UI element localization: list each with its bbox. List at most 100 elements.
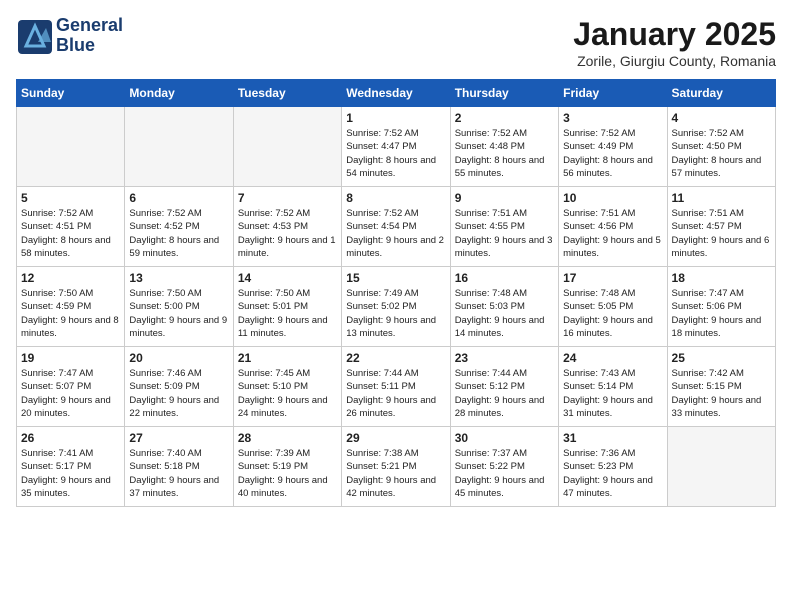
day-number: 3 bbox=[563, 111, 662, 125]
day-info: Sunrise: 7:43 AM Sunset: 5:14 PM Dayligh… bbox=[563, 367, 662, 420]
day-number: 6 bbox=[129, 191, 228, 205]
day-number: 29 bbox=[346, 431, 445, 445]
day-info: Sunrise: 7:50 AM Sunset: 4:59 PM Dayligh… bbox=[21, 287, 120, 340]
day-info: Sunrise: 7:52 AM Sunset: 4:48 PM Dayligh… bbox=[455, 127, 554, 180]
title-block: January 2025 Zorile, Giurgiu County, Rom… bbox=[573, 16, 776, 69]
day-number: 2 bbox=[455, 111, 554, 125]
day-info: Sunrise: 7:39 AM Sunset: 5:19 PM Dayligh… bbox=[238, 447, 337, 500]
day-number: 10 bbox=[563, 191, 662, 205]
weekday-header: Wednesday bbox=[342, 80, 450, 107]
day-info: Sunrise: 7:52 AM Sunset: 4:50 PM Dayligh… bbox=[672, 127, 771, 180]
weekday-header-row: SundayMondayTuesdayWednesdayThursdayFrid… bbox=[17, 80, 776, 107]
weekday-header: Sunday bbox=[17, 80, 125, 107]
calendar-cell bbox=[667, 427, 775, 507]
calendar-cell bbox=[125, 107, 233, 187]
day-number: 31 bbox=[563, 431, 662, 445]
day-info: Sunrise: 7:45 AM Sunset: 5:10 PM Dayligh… bbox=[238, 367, 337, 420]
day-info: Sunrise: 7:52 AM Sunset: 4:47 PM Dayligh… bbox=[346, 127, 445, 180]
day-number: 30 bbox=[455, 431, 554, 445]
day-info: Sunrise: 7:52 AM Sunset: 4:54 PM Dayligh… bbox=[346, 207, 445, 260]
calendar-week-row: 26Sunrise: 7:41 AM Sunset: 5:17 PM Dayli… bbox=[17, 427, 776, 507]
day-number: 8 bbox=[346, 191, 445, 205]
day-number: 27 bbox=[129, 431, 228, 445]
calendar-cell: 24 Sunrise: 7:43 AM Sunset: 5:14 PM Dayli… bbox=[559, 347, 667, 427]
calendar-cell: 18 Sunrise: 7:47 AM Sunset: 5:06 PM Dayli… bbox=[667, 267, 775, 347]
day-number: 18 bbox=[672, 271, 771, 285]
day-number: 25 bbox=[672, 351, 771, 365]
weekday-header: Tuesday bbox=[233, 80, 341, 107]
calendar-week-row: 1 Sunrise: 7:52 AM Sunset: 4:47 PM Daylig… bbox=[17, 107, 776, 187]
calendar-cell bbox=[17, 107, 125, 187]
calendar-cell: 8 Sunrise: 7:52 AM Sunset: 4:54 PM Daylig… bbox=[342, 187, 450, 267]
day-info: Sunrise: 7:49 AM Sunset: 5:02 PM Dayligh… bbox=[346, 287, 445, 340]
day-info: Sunrise: 7:47 AM Sunset: 5:06 PM Dayligh… bbox=[672, 287, 771, 340]
calendar-week-row: 19Sunrise: 7:47 AM Sunset: 5:07 PM Dayli… bbox=[17, 347, 776, 427]
calendar-cell: 17 Sunrise: 7:48 AM Sunset: 5:05 PM Dayli… bbox=[559, 267, 667, 347]
page-header: General Blue January 2025 Zorile, Giurgi… bbox=[16, 16, 776, 69]
calendar-cell: 7Sunrise: 7:52 AM Sunset: 4:53 PM Daylig… bbox=[233, 187, 341, 267]
day-number: 17 bbox=[563, 271, 662, 285]
calendar-cell: 29 Sunrise: 7:38 AM Sunset: 5:21 PM Dayli… bbox=[342, 427, 450, 507]
calendar-cell: 9 Sunrise: 7:51 AM Sunset: 4:55 PM Daylig… bbox=[450, 187, 558, 267]
calendar-cell: 20Sunrise: 7:46 AM Sunset: 5:09 PM Dayli… bbox=[125, 347, 233, 427]
day-number: 14 bbox=[238, 271, 337, 285]
day-info: Sunrise: 7:50 AM Sunset: 5:00 PM Dayligh… bbox=[129, 287, 228, 340]
calendar-cell: 25 Sunrise: 7:42 AM Sunset: 5:15 PM Dayli… bbox=[667, 347, 775, 427]
day-info: Sunrise: 7:52 AM Sunset: 4:49 PM Dayligh… bbox=[563, 127, 662, 180]
day-info: Sunrise: 7:51 AM Sunset: 4:57 PM Dayligh… bbox=[672, 207, 771, 260]
calendar-table: SundayMondayTuesdayWednesdayThursdayFrid… bbox=[16, 79, 776, 507]
day-info: Sunrise: 7:48 AM Sunset: 5:05 PM Dayligh… bbox=[563, 287, 662, 340]
day-info: Sunrise: 7:44 AM Sunset: 5:12 PM Dayligh… bbox=[455, 367, 554, 420]
day-info: Sunrise: 7:51 AM Sunset: 4:56 PM Dayligh… bbox=[563, 207, 662, 260]
logo-text: General Blue bbox=[56, 16, 123, 56]
day-info: Sunrise: 7:52 AM Sunset: 4:53 PM Dayligh… bbox=[238, 207, 337, 260]
day-number: 23 bbox=[455, 351, 554, 365]
calendar-cell: 10 Sunrise: 7:51 AM Sunset: 4:56 PM Dayli… bbox=[559, 187, 667, 267]
calendar-cell: 22 Sunrise: 7:44 AM Sunset: 5:11 PM Dayli… bbox=[342, 347, 450, 427]
day-number: 15 bbox=[346, 271, 445, 285]
day-number: 5 bbox=[21, 191, 120, 205]
day-info: Sunrise: 7:52 AM Sunset: 4:52 PM Dayligh… bbox=[129, 207, 228, 260]
weekday-header: Monday bbox=[125, 80, 233, 107]
day-number: 11 bbox=[672, 191, 771, 205]
calendar-cell: 4 Sunrise: 7:52 AM Sunset: 4:50 PM Daylig… bbox=[667, 107, 775, 187]
day-info: Sunrise: 7:51 AM Sunset: 4:55 PM Dayligh… bbox=[455, 207, 554, 260]
weekday-header: Thursday bbox=[450, 80, 558, 107]
logo-line1: General bbox=[56, 16, 123, 36]
day-number: 20 bbox=[129, 351, 228, 365]
calendar-cell: 11 Sunrise: 7:51 AM Sunset: 4:57 PM Dayli… bbox=[667, 187, 775, 267]
location: Zorile, Giurgiu County, Romania bbox=[573, 53, 776, 69]
day-number: 4 bbox=[672, 111, 771, 125]
calendar-cell: 2 Sunrise: 7:52 AM Sunset: 4:48 PM Daylig… bbox=[450, 107, 558, 187]
logo: General Blue bbox=[16, 16, 123, 56]
calendar-cell: 31Sunrise: 7:36 AM Sunset: 5:23 PM Dayli… bbox=[559, 427, 667, 507]
day-number: 9 bbox=[455, 191, 554, 205]
calendar-cell: 5 Sunrise: 7:52 AM Sunset: 4:51 PM Daylig… bbox=[17, 187, 125, 267]
day-info: Sunrise: 7:52 AM Sunset: 4:51 PM Dayligh… bbox=[21, 207, 120, 260]
day-number: 19 bbox=[21, 351, 120, 365]
calendar-week-row: 5 Sunrise: 7:52 AM Sunset: 4:51 PM Daylig… bbox=[17, 187, 776, 267]
day-number: 13 bbox=[129, 271, 228, 285]
day-info: Sunrise: 7:38 AM Sunset: 5:21 PM Dayligh… bbox=[346, 447, 445, 500]
calendar-cell: 1 Sunrise: 7:52 AM Sunset: 4:47 PM Daylig… bbox=[342, 107, 450, 187]
calendar-cell: 27 Sunrise: 7:40 AM Sunset: 5:18 PM Dayli… bbox=[125, 427, 233, 507]
calendar-cell: 13 Sunrise: 7:50 AM Sunset: 5:00 PM Dayli… bbox=[125, 267, 233, 347]
day-number: 22 bbox=[346, 351, 445, 365]
calendar-cell: 19Sunrise: 7:47 AM Sunset: 5:07 PM Dayli… bbox=[17, 347, 125, 427]
day-info: Sunrise: 7:40 AM Sunset: 5:18 PM Dayligh… bbox=[129, 447, 228, 500]
day-info: Sunrise: 7:48 AM Sunset: 5:03 PM Dayligh… bbox=[455, 287, 554, 340]
day-number: 1 bbox=[346, 111, 445, 125]
calendar-week-row: 12 Sunrise: 7:50 AM Sunset: 4:59 PM Dayli… bbox=[17, 267, 776, 347]
month-title: January 2025 bbox=[573, 16, 776, 53]
day-info: Sunrise: 7:37 AM Sunset: 5:22 PM Dayligh… bbox=[455, 447, 554, 500]
calendar-cell: 28Sunrise: 7:39 AM Sunset: 5:19 PM Dayli… bbox=[233, 427, 341, 507]
weekday-header: Friday bbox=[559, 80, 667, 107]
day-number: 12 bbox=[21, 271, 120, 285]
calendar-cell: 16Sunrise: 7:48 AM Sunset: 5:03 PM Dayli… bbox=[450, 267, 558, 347]
day-number: 24 bbox=[563, 351, 662, 365]
calendar-cell: 30 Sunrise: 7:37 AM Sunset: 5:22 PM Dayli… bbox=[450, 427, 558, 507]
calendar-cell: 14Sunrise: 7:50 AM Sunset: 5:01 PM Dayli… bbox=[233, 267, 341, 347]
day-info: Sunrise: 7:42 AM Sunset: 5:15 PM Dayligh… bbox=[672, 367, 771, 420]
day-info: Sunrise: 7:44 AM Sunset: 5:11 PM Dayligh… bbox=[346, 367, 445, 420]
calendar-cell: 6 Sunrise: 7:52 AM Sunset: 4:52 PM Daylig… bbox=[125, 187, 233, 267]
